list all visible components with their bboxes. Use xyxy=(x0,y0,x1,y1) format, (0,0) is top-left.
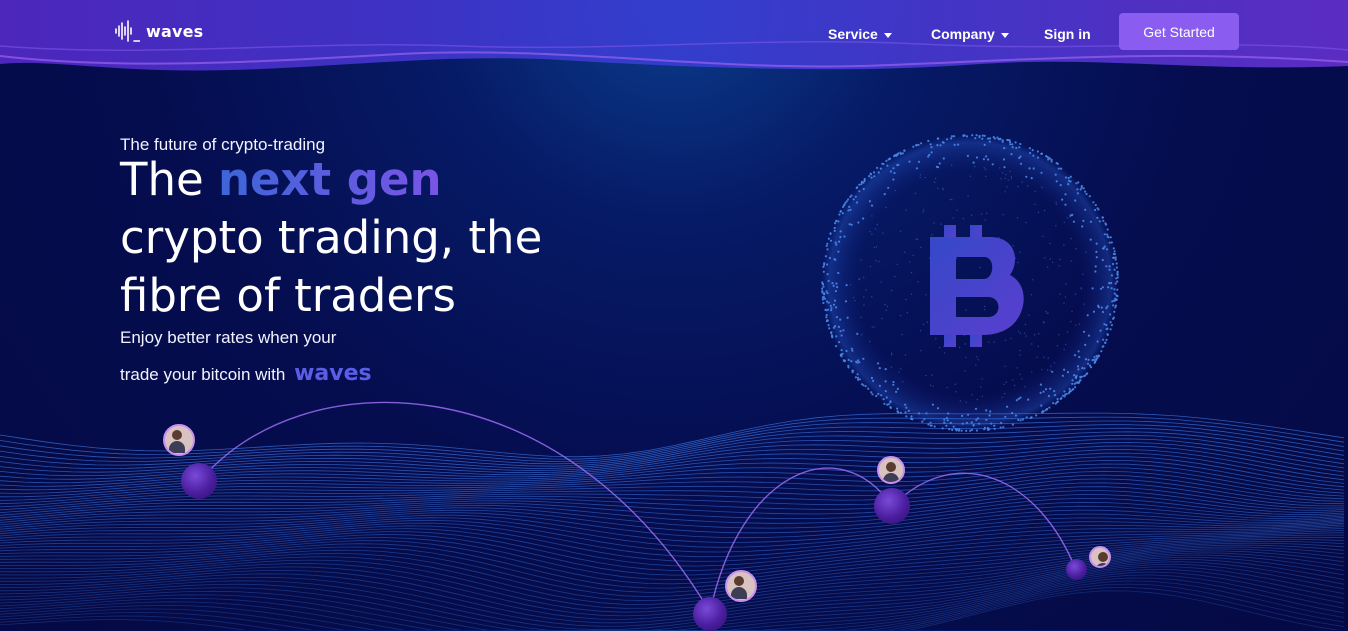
brand-logo[interactable]: waves xyxy=(114,18,203,44)
nav-company[interactable]: Company xyxy=(931,26,1009,42)
nav-service-label: Service xyxy=(828,26,878,42)
chevron-down-icon xyxy=(1000,32,1009,38)
hero-headline: The next gen crypto trading, the fibre o… xyxy=(120,151,640,325)
avatar-pin-icon xyxy=(877,456,905,484)
avatar-pin-icon xyxy=(725,570,757,602)
nav-sign-in-label: Sign in xyxy=(1044,26,1091,42)
avatar-pin-icon xyxy=(163,424,195,456)
network-node xyxy=(874,488,910,524)
network-node xyxy=(693,597,727,631)
headline-prefix: The xyxy=(120,153,218,206)
avatar-pin-icon xyxy=(1089,546,1111,568)
waves-logo-icon xyxy=(115,20,140,42)
get-started-button[interactable]: Get Started xyxy=(1119,13,1239,50)
nav-sign-in[interactable]: Sign in xyxy=(1044,26,1091,42)
headline-line-3: fibre of traders xyxy=(120,269,457,322)
hero-subtext-line-1: Enjoy better rates when your xyxy=(120,328,337,347)
nav-service[interactable]: Service xyxy=(828,26,892,42)
brand-name: waves xyxy=(146,21,204,41)
network-node xyxy=(1066,559,1087,580)
network-node xyxy=(181,463,217,499)
headline-line-2: crypto trading, the xyxy=(120,211,543,264)
headline-highlight: next gen xyxy=(218,153,442,206)
headline-line-1: The next gen xyxy=(120,151,640,209)
nav-company-label: Company xyxy=(931,26,995,42)
chevron-down-icon xyxy=(883,32,892,38)
wave-terrain-decoration xyxy=(0,401,1345,630)
